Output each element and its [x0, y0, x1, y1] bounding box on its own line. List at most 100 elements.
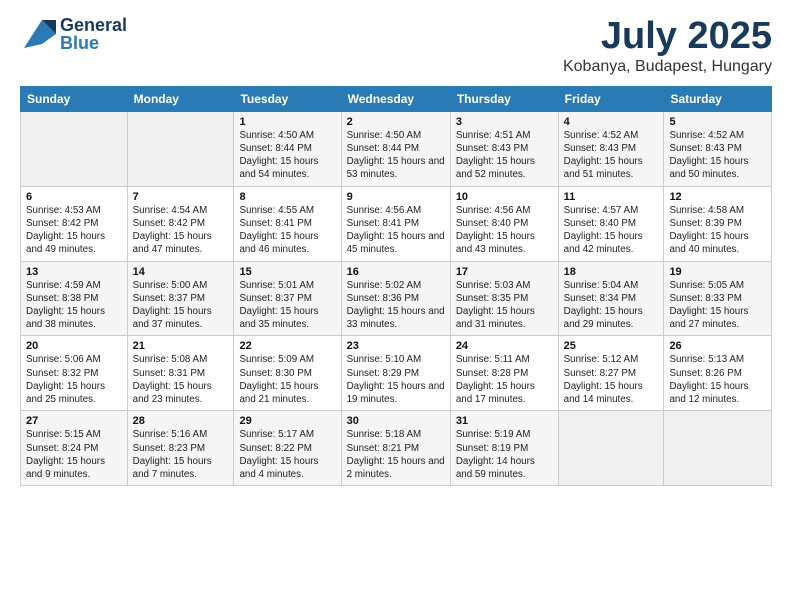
day-number: 3: [456, 116, 553, 128]
page: General Blue July 2025 Kobanya, Budapest…: [0, 0, 792, 612]
calendar-header: SundayMondayTuesdayWednesdayThursdayFrid…: [21, 86, 772, 111]
day-info: Sunrise: 5:03 AM Sunset: 8:35 PM Dayligh…: [456, 279, 553, 332]
week-row-1: 1Sunrise: 4:50 AM Sunset: 8:44 PM Daylig…: [21, 111, 772, 186]
logo-general-text: General: [60, 16, 127, 34]
calendar-cell: 31Sunrise: 5:19 AM Sunset: 8:19 PM Dayli…: [450, 411, 558, 486]
calendar-cell: 10Sunrise: 4:56 AM Sunset: 8:40 PM Dayli…: [450, 186, 558, 261]
day-info: Sunrise: 4:50 AM Sunset: 8:44 PM Dayligh…: [239, 129, 335, 182]
calendar-cell: 7Sunrise: 4:54 AM Sunset: 8:42 PM Daylig…: [127, 186, 234, 261]
day-number: 16: [347, 266, 445, 278]
calendar-cell: 18Sunrise: 5:04 AM Sunset: 8:34 PM Dayli…: [558, 261, 664, 336]
week-row-5: 27Sunrise: 5:15 AM Sunset: 8:24 PM Dayli…: [21, 411, 772, 486]
day-info: Sunrise: 5:00 AM Sunset: 8:37 PM Dayligh…: [133, 279, 229, 332]
day-info: Sunrise: 5:01 AM Sunset: 8:37 PM Dayligh…: [239, 279, 335, 332]
calendar-cell: 16Sunrise: 5:02 AM Sunset: 8:36 PM Dayli…: [341, 261, 450, 336]
day-info: Sunrise: 5:09 AM Sunset: 8:30 PM Dayligh…: [239, 353, 335, 406]
day-number: 8: [239, 191, 335, 203]
logo-text: General Blue: [60, 16, 127, 52]
day-number: 4: [564, 116, 659, 128]
day-info: Sunrise: 5:18 AM Sunset: 8:21 PM Dayligh…: [347, 428, 445, 481]
calendar-cell: 14Sunrise: 5:00 AM Sunset: 8:37 PM Dayli…: [127, 261, 234, 336]
day-info: Sunrise: 5:16 AM Sunset: 8:23 PM Dayligh…: [133, 428, 229, 481]
day-number: 1: [239, 116, 335, 128]
month-title: July 2025: [563, 16, 772, 58]
calendar-cell: 2Sunrise: 4:50 AM Sunset: 8:44 PM Daylig…: [341, 111, 450, 186]
day-number: 31: [456, 415, 553, 427]
day-info: Sunrise: 4:57 AM Sunset: 8:40 PM Dayligh…: [564, 204, 659, 257]
calendar-cell: 24Sunrise: 5:11 AM Sunset: 8:28 PM Dayli…: [450, 336, 558, 411]
day-number: 27: [26, 415, 122, 427]
day-number: 15: [239, 266, 335, 278]
day-number: 11: [564, 191, 659, 203]
calendar-cell: 4Sunrise: 4:52 AM Sunset: 8:43 PM Daylig…: [558, 111, 664, 186]
location-title: Kobanya, Budapest, Hungary: [563, 58, 772, 76]
day-info: Sunrise: 4:51 AM Sunset: 8:43 PM Dayligh…: [456, 129, 553, 182]
calendar-cell: 17Sunrise: 5:03 AM Sunset: 8:35 PM Dayli…: [450, 261, 558, 336]
day-info: Sunrise: 4:59 AM Sunset: 8:38 PM Dayligh…: [26, 279, 122, 332]
calendar-cell: [21, 111, 128, 186]
day-info: Sunrise: 4:52 AM Sunset: 8:43 PM Dayligh…: [669, 129, 766, 182]
calendar-cell: 9Sunrise: 4:56 AM Sunset: 8:41 PM Daylig…: [341, 186, 450, 261]
calendar-cell: 25Sunrise: 5:12 AM Sunset: 8:27 PM Dayli…: [558, 336, 664, 411]
day-number: 10: [456, 191, 553, 203]
calendar-cell: 29Sunrise: 5:17 AM Sunset: 8:22 PM Dayli…: [234, 411, 341, 486]
calendar-table: SundayMondayTuesdayWednesdayThursdayFrid…: [20, 86, 772, 486]
weekday-header-monday: Monday: [127, 86, 234, 111]
header: General Blue July 2025 Kobanya, Budapest…: [20, 16, 772, 76]
day-number: 20: [26, 340, 122, 352]
day-info: Sunrise: 4:53 AM Sunset: 8:42 PM Dayligh…: [26, 204, 122, 257]
logo: General Blue: [20, 16, 127, 52]
calendar-cell: 28Sunrise: 5:16 AM Sunset: 8:23 PM Dayli…: [127, 411, 234, 486]
calendar-body: 1Sunrise: 4:50 AM Sunset: 8:44 PM Daylig…: [21, 111, 772, 485]
day-info: Sunrise: 5:06 AM Sunset: 8:32 PM Dayligh…: [26, 353, 122, 406]
calendar-cell: 12Sunrise: 4:58 AM Sunset: 8:39 PM Dayli…: [664, 186, 772, 261]
calendar-cell: 5Sunrise: 4:52 AM Sunset: 8:43 PM Daylig…: [664, 111, 772, 186]
calendar-cell: 26Sunrise: 5:13 AM Sunset: 8:26 PM Dayli…: [664, 336, 772, 411]
day-number: 25: [564, 340, 659, 352]
calendar-cell: 27Sunrise: 5:15 AM Sunset: 8:24 PM Dayli…: [21, 411, 128, 486]
day-number: 17: [456, 266, 553, 278]
generalblue-icon: [20, 16, 56, 52]
day-info: Sunrise: 5:02 AM Sunset: 8:36 PM Dayligh…: [347, 279, 445, 332]
day-info: Sunrise: 5:19 AM Sunset: 8:19 PM Dayligh…: [456, 428, 553, 481]
calendar-cell: 22Sunrise: 5:09 AM Sunset: 8:30 PM Dayli…: [234, 336, 341, 411]
calendar-cell: 19Sunrise: 5:05 AM Sunset: 8:33 PM Dayli…: [664, 261, 772, 336]
calendar-cell: 1Sunrise: 4:50 AM Sunset: 8:44 PM Daylig…: [234, 111, 341, 186]
day-info: Sunrise: 4:58 AM Sunset: 8:39 PM Dayligh…: [669, 204, 766, 257]
calendar-cell: 30Sunrise: 5:18 AM Sunset: 8:21 PM Dayli…: [341, 411, 450, 486]
day-number: 13: [26, 266, 122, 278]
day-info: Sunrise: 5:11 AM Sunset: 8:28 PM Dayligh…: [456, 353, 553, 406]
day-number: 9: [347, 191, 445, 203]
day-number: 18: [564, 266, 659, 278]
day-number: 14: [133, 266, 229, 278]
calendar-cell: 6Sunrise: 4:53 AM Sunset: 8:42 PM Daylig…: [21, 186, 128, 261]
day-number: 12: [669, 191, 766, 203]
day-info: Sunrise: 4:56 AM Sunset: 8:41 PM Dayligh…: [347, 204, 445, 257]
weekday-row: SundayMondayTuesdayWednesdayThursdayFrid…: [21, 86, 772, 111]
calendar-cell: 20Sunrise: 5:06 AM Sunset: 8:32 PM Dayli…: [21, 336, 128, 411]
day-number: 7: [133, 191, 229, 203]
day-number: 23: [347, 340, 445, 352]
day-info: Sunrise: 5:04 AM Sunset: 8:34 PM Dayligh…: [564, 279, 659, 332]
day-info: Sunrise: 4:52 AM Sunset: 8:43 PM Dayligh…: [564, 129, 659, 182]
week-row-3: 13Sunrise: 4:59 AM Sunset: 8:38 PM Dayli…: [21, 261, 772, 336]
calendar-cell: [664, 411, 772, 486]
calendar-cell: [127, 111, 234, 186]
day-number: 21: [133, 340, 229, 352]
day-info: Sunrise: 4:55 AM Sunset: 8:41 PM Dayligh…: [239, 204, 335, 257]
day-info: Sunrise: 4:56 AM Sunset: 8:40 PM Dayligh…: [456, 204, 553, 257]
day-info: Sunrise: 5:15 AM Sunset: 8:24 PM Dayligh…: [26, 428, 122, 481]
day-number: 22: [239, 340, 335, 352]
day-number: 28: [133, 415, 229, 427]
day-info: Sunrise: 5:13 AM Sunset: 8:26 PM Dayligh…: [669, 353, 766, 406]
day-number: 2: [347, 116, 445, 128]
title-block: July 2025 Kobanya, Budapest, Hungary: [563, 16, 772, 76]
day-number: 24: [456, 340, 553, 352]
logo-blue-text: Blue: [60, 34, 127, 52]
weekday-header-saturday: Saturday: [664, 86, 772, 111]
week-row-2: 6Sunrise: 4:53 AM Sunset: 8:42 PM Daylig…: [21, 186, 772, 261]
calendar-cell: 3Sunrise: 4:51 AM Sunset: 8:43 PM Daylig…: [450, 111, 558, 186]
weekday-header-tuesday: Tuesday: [234, 86, 341, 111]
calendar-cell: 11Sunrise: 4:57 AM Sunset: 8:40 PM Dayli…: [558, 186, 664, 261]
weekday-header-wednesday: Wednesday: [341, 86, 450, 111]
